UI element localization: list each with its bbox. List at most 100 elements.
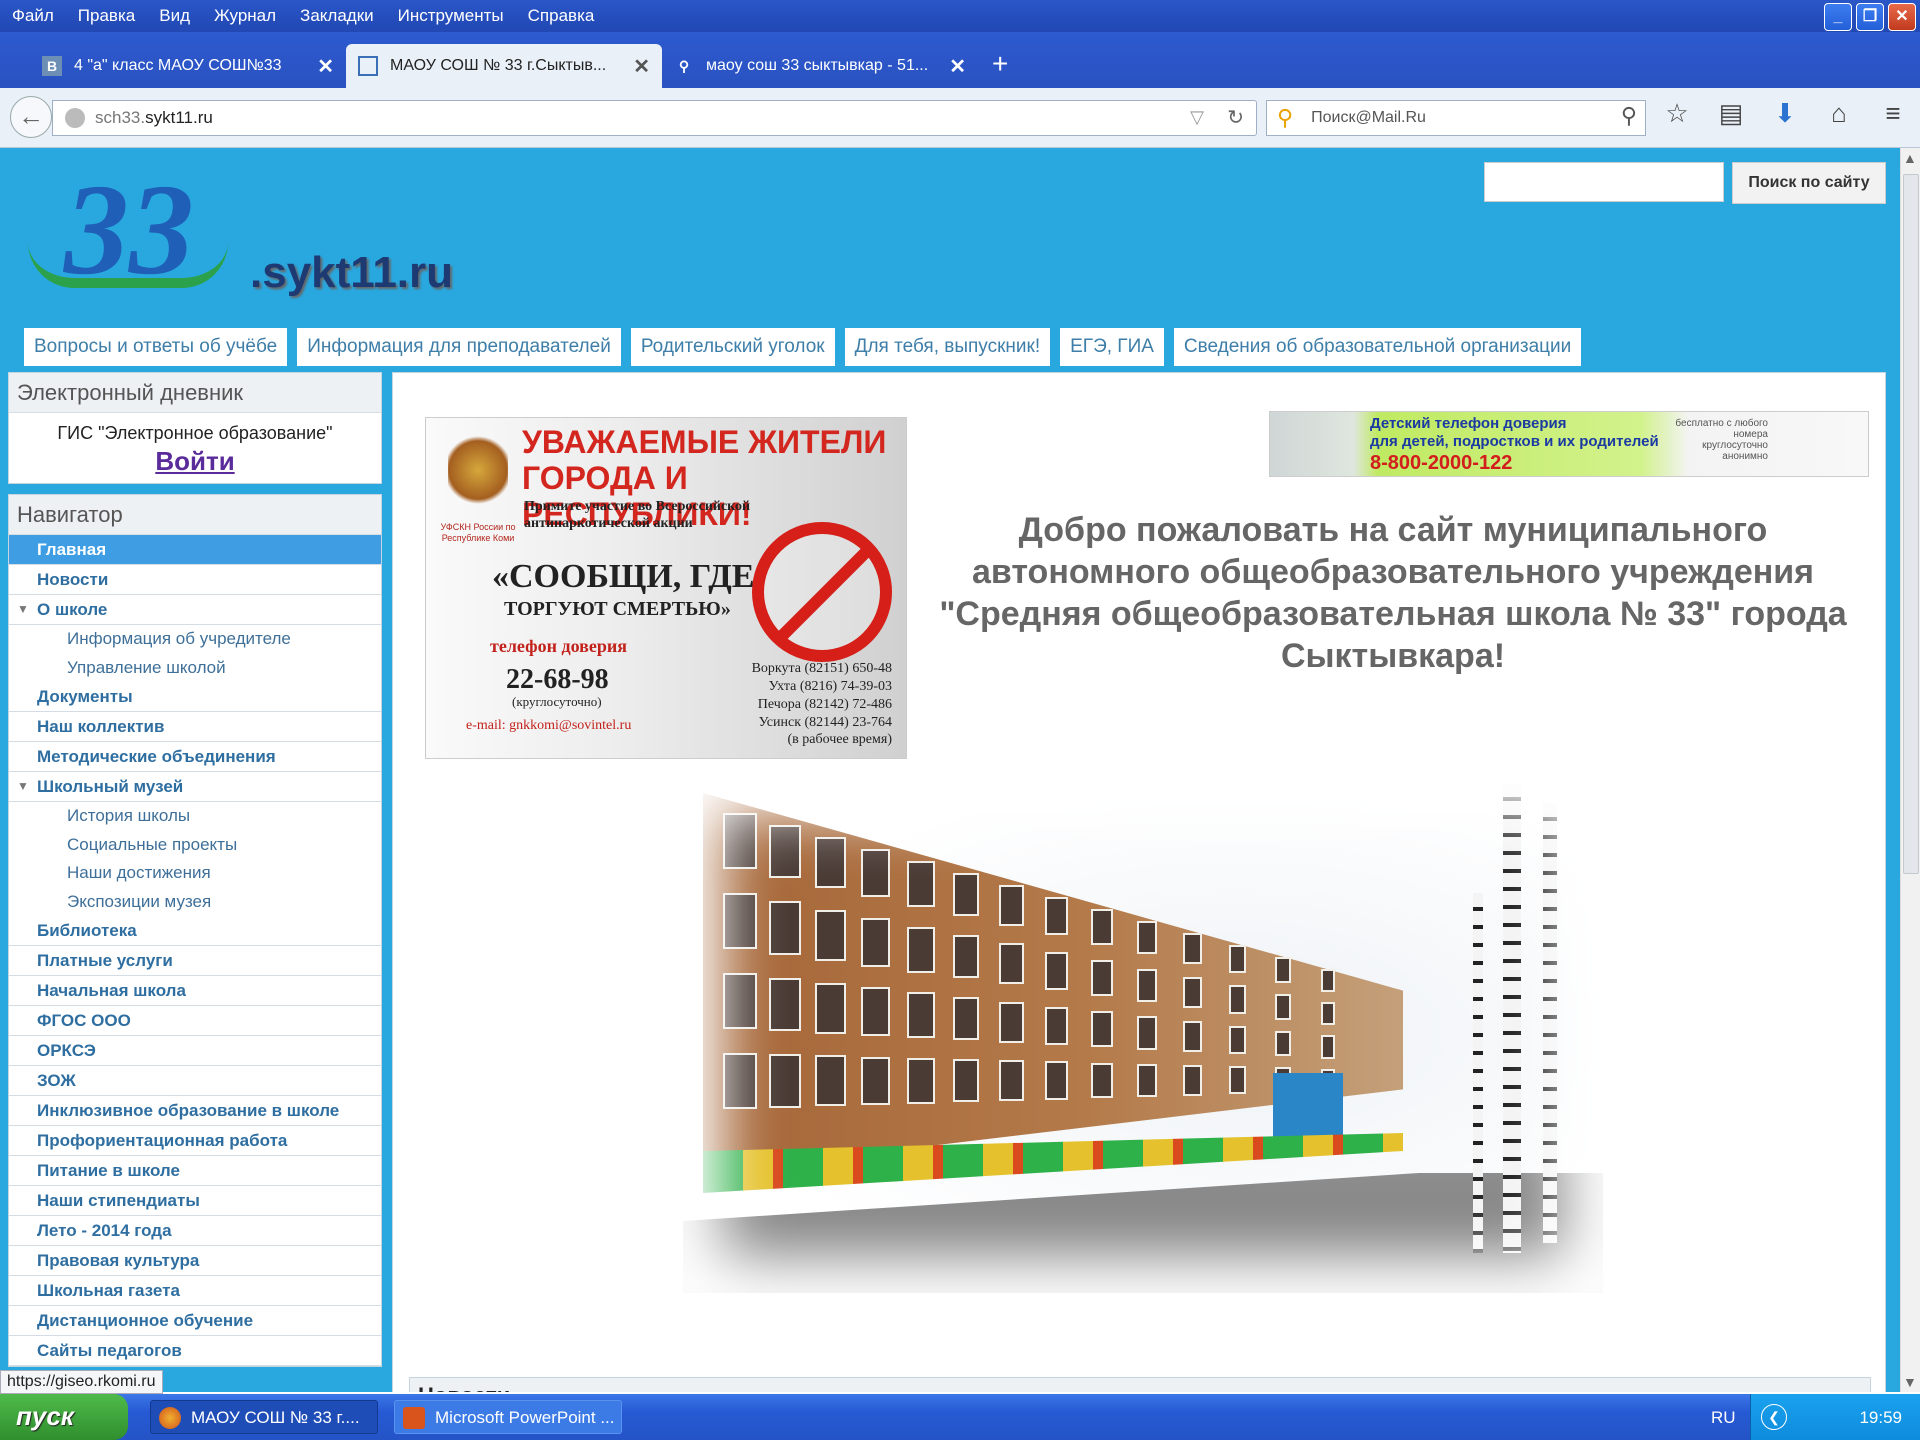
nav-item[interactable]: Дистанционное обучение: [9, 1306, 381, 1336]
nav-item[interactable]: Управление школой: [9, 654, 381, 683]
nav-item[interactable]: Наши достижения: [9, 859, 381, 888]
close-icon[interactable]: ✕: [1888, 3, 1916, 31]
bookmarks-list-icon[interactable]: ▤: [1714, 98, 1748, 129]
taskbar-powerpoint[interactable]: Microsoft PowerPoint ...: [394, 1400, 622, 1434]
nav-item[interactable]: Библиотека: [9, 916, 381, 946]
site-logo[interactable]: 33 .sykt11.ru: [28, 158, 468, 302]
menu-help[interactable]: Справка: [528, 6, 595, 26]
menu-history[interactable]: Журнал: [214, 6, 276, 26]
nav-item[interactable]: ▼ О школе: [9, 595, 381, 625]
tab-school-site[interactable]: МАОУ СОШ № 33 г.Сыктыв... ✕: [346, 44, 662, 88]
nav-item[interactable]: История школы: [9, 802, 381, 831]
topnav-study-qa[interactable]: Вопросы и ответы об учёбе: [24, 328, 288, 366]
nav-item[interactable]: Профориентационная работа: [9, 1126, 381, 1156]
nav-item[interactable]: ОРКСЭ: [9, 1036, 381, 1066]
nav-item[interactable]: Главная: [9, 535, 381, 565]
tab-close-icon[interactable]: ✕: [317, 54, 334, 79]
start-button[interactable]: пуск: [0, 1394, 128, 1440]
web-page: 33 .sykt11.ru Поиск по сайту Вопросы и о…: [0, 148, 1900, 1392]
menu-view[interactable]: Вид: [159, 6, 190, 26]
home-icon[interactable]: ⌂: [1822, 98, 1856, 129]
nav-item-label: Методические объединения: [37, 747, 276, 766]
mailru-search-icon[interactable]: ⚲: [1277, 105, 1293, 131]
topnav-exams[interactable]: ЕГЭ, ГИА: [1060, 328, 1164, 366]
login-link[interactable]: Войти: [9, 446, 381, 477]
sidebar: Электронный дневник ГИС "Электронное обр…: [8, 372, 382, 1377]
new-tab-icon[interactable]: +: [992, 48, 1008, 80]
nav-item[interactable]: ЗОЖ: [9, 1066, 381, 1096]
nav-item-label: Информация об учредителе: [67, 629, 291, 648]
back-arrow-icon[interactable]: ←: [10, 96, 52, 138]
search-icon: ⚲: [678, 58, 690, 74]
tab-bar: В 4 "а" класс МАОУ СОШ№33 ✕ МАОУ СОШ № 3…: [0, 32, 1920, 88]
tab-label: маоу сош 33 сыктывкар - 51...: [706, 57, 929, 74]
nav-item[interactable]: Лето - 2014 года: [9, 1216, 381, 1246]
nav-item[interactable]: Информация об учредителе: [9, 625, 381, 654]
menu-file[interactable]: Файл: [12, 6, 54, 26]
nav-item[interactable]: ▼ Школьный музей: [9, 772, 381, 802]
tray-expand-icon[interactable]: ❮: [1761, 1404, 1787, 1430]
logo-number: 33: [64, 158, 194, 302]
nav-item[interactable]: Начальная школа: [9, 976, 381, 1006]
tab-close-icon[interactable]: ✕: [949, 54, 966, 79]
anti-drug-poster[interactable]: УФСКН России по Республике Коми УВАЖАЕМЫ…: [425, 417, 907, 759]
nav-item[interactable]: Наши стипендиаты: [9, 1186, 381, 1216]
nav-item-label: Управление школой: [67, 657, 226, 677]
nav-item[interactable]: Платные услуги: [9, 946, 381, 976]
download-icon[interactable]: ⬇: [1768, 98, 1802, 129]
helpline-banner[interactable]: Детский телефон доверия для детей, подро…: [1269, 411, 1869, 477]
expand-triangle-icon[interactable]: ▼: [17, 595, 29, 624]
url-prefix: sch33.: [95, 108, 146, 127]
page-scrollbar[interactable]: ▲ ▼: [1900, 148, 1920, 1392]
menu-edit[interactable]: Правка: [78, 6, 135, 26]
nav-item[interactable]: Экспозиции музея: [9, 888, 381, 917]
poster-work-hours: (в рабочее время): [787, 732, 892, 747]
browser-search-input[interactable]: ⚲ Поиск@Mail.Ru ⚲: [1266, 100, 1646, 136]
menu-tools[interactable]: Инструменты: [398, 6, 504, 26]
poster-hotline-note: (круглосуточно): [512, 694, 602, 709]
tab-close-icon[interactable]: ✕: [633, 54, 650, 79]
topnav-parents[interactable]: Родительский уголок: [630, 328, 835, 366]
menu-bookmarks[interactable]: Закладки: [300, 6, 374, 26]
helpline-line2: для детей, подростков и их родителей: [1370, 433, 1659, 450]
tab-search[interactable]: ⚲ маоу сош 33 сыктывкар - 51... ✕: [662, 44, 978, 88]
nav-item[interactable]: Школьная газета: [9, 1276, 381, 1306]
scroll-up-icon[interactable]: ▲: [1903, 150, 1917, 166]
status-url: https://giseo.rkomi.ru: [0, 1370, 163, 1394]
nav-item[interactable]: ФГОС ООО: [9, 1006, 381, 1036]
nav-item-label: ОРКСЭ: [37, 1041, 96, 1060]
scrollbar-thumb[interactable]: [1903, 174, 1919, 874]
url-bar[interactable]: sch33. sykt11.ru ▽ ↻: [52, 100, 1257, 136]
taskbar-firefox[interactable]: МАОУ СОШ № 33 г....: [150, 1400, 378, 1434]
restore-icon[interactable]: ❐: [1856, 3, 1884, 31]
scroll-down-icon[interactable]: ▼: [1903, 1374, 1917, 1390]
nav-item[interactable]: Методические объединения: [9, 742, 381, 772]
nav-item[interactable]: Новости: [9, 565, 381, 595]
dropdown-arrow-icon[interactable]: ▽: [1190, 107, 1204, 128]
expand-triangle-icon[interactable]: ▼: [17, 772, 29, 801]
nav-item[interactable]: Сайты педагогов: [9, 1336, 381, 1366]
minimize-icon[interactable]: _: [1824, 3, 1852, 31]
nav-item[interactable]: Инклюзивное образование в школе: [9, 1096, 381, 1126]
taskbar-powerpoint-label: Microsoft PowerPoint ...: [435, 1408, 615, 1427]
topnav-graduates[interactable]: Для тебя, выпускник!: [844, 328, 1051, 366]
nav-item-label: ФГОС ООО: [37, 1011, 131, 1030]
menu-icon[interactable]: ≡: [1876, 98, 1910, 129]
nav-item[interactable]: Документы: [9, 682, 381, 712]
site-search-button[interactable]: Поиск по сайту: [1732, 162, 1886, 204]
navigation-bar: ← sch33. sykt11.ru ▽ ↻ ⚲ Поиск@Mail.Ru ⚲…: [0, 88, 1920, 148]
nav-item[interactable]: Правовая культура: [9, 1246, 381, 1276]
star-icon[interactable]: ☆: [1660, 98, 1694, 129]
topnav-teachers[interactable]: Информация для преподавателей: [297, 328, 621, 366]
nav-item[interactable]: Питание в школе: [9, 1156, 381, 1186]
topnav-org-info[interactable]: Сведения об образовательной организации: [1173, 328, 1582, 366]
nav-item[interactable]: Наш коллектив: [9, 712, 381, 742]
magnifier-icon[interactable]: ⚲: [1621, 103, 1637, 129]
site-search-input[interactable]: [1484, 162, 1724, 202]
reload-icon[interactable]: ↻: [1227, 105, 1244, 130]
language-indicator[interactable]: RU: [1711, 1408, 1736, 1428]
poster-slogan-2: ТОРГУЮТ СМЕРТЬЮ»: [504, 598, 731, 620]
tab-vk[interactable]: В 4 "а" класс МАОУ СОШ№33 ✕: [30, 44, 346, 88]
nav-item[interactable]: Социальные проекты: [9, 831, 381, 860]
poster-slogan-1: «СООБЩИ, ГДЕ: [492, 558, 755, 595]
